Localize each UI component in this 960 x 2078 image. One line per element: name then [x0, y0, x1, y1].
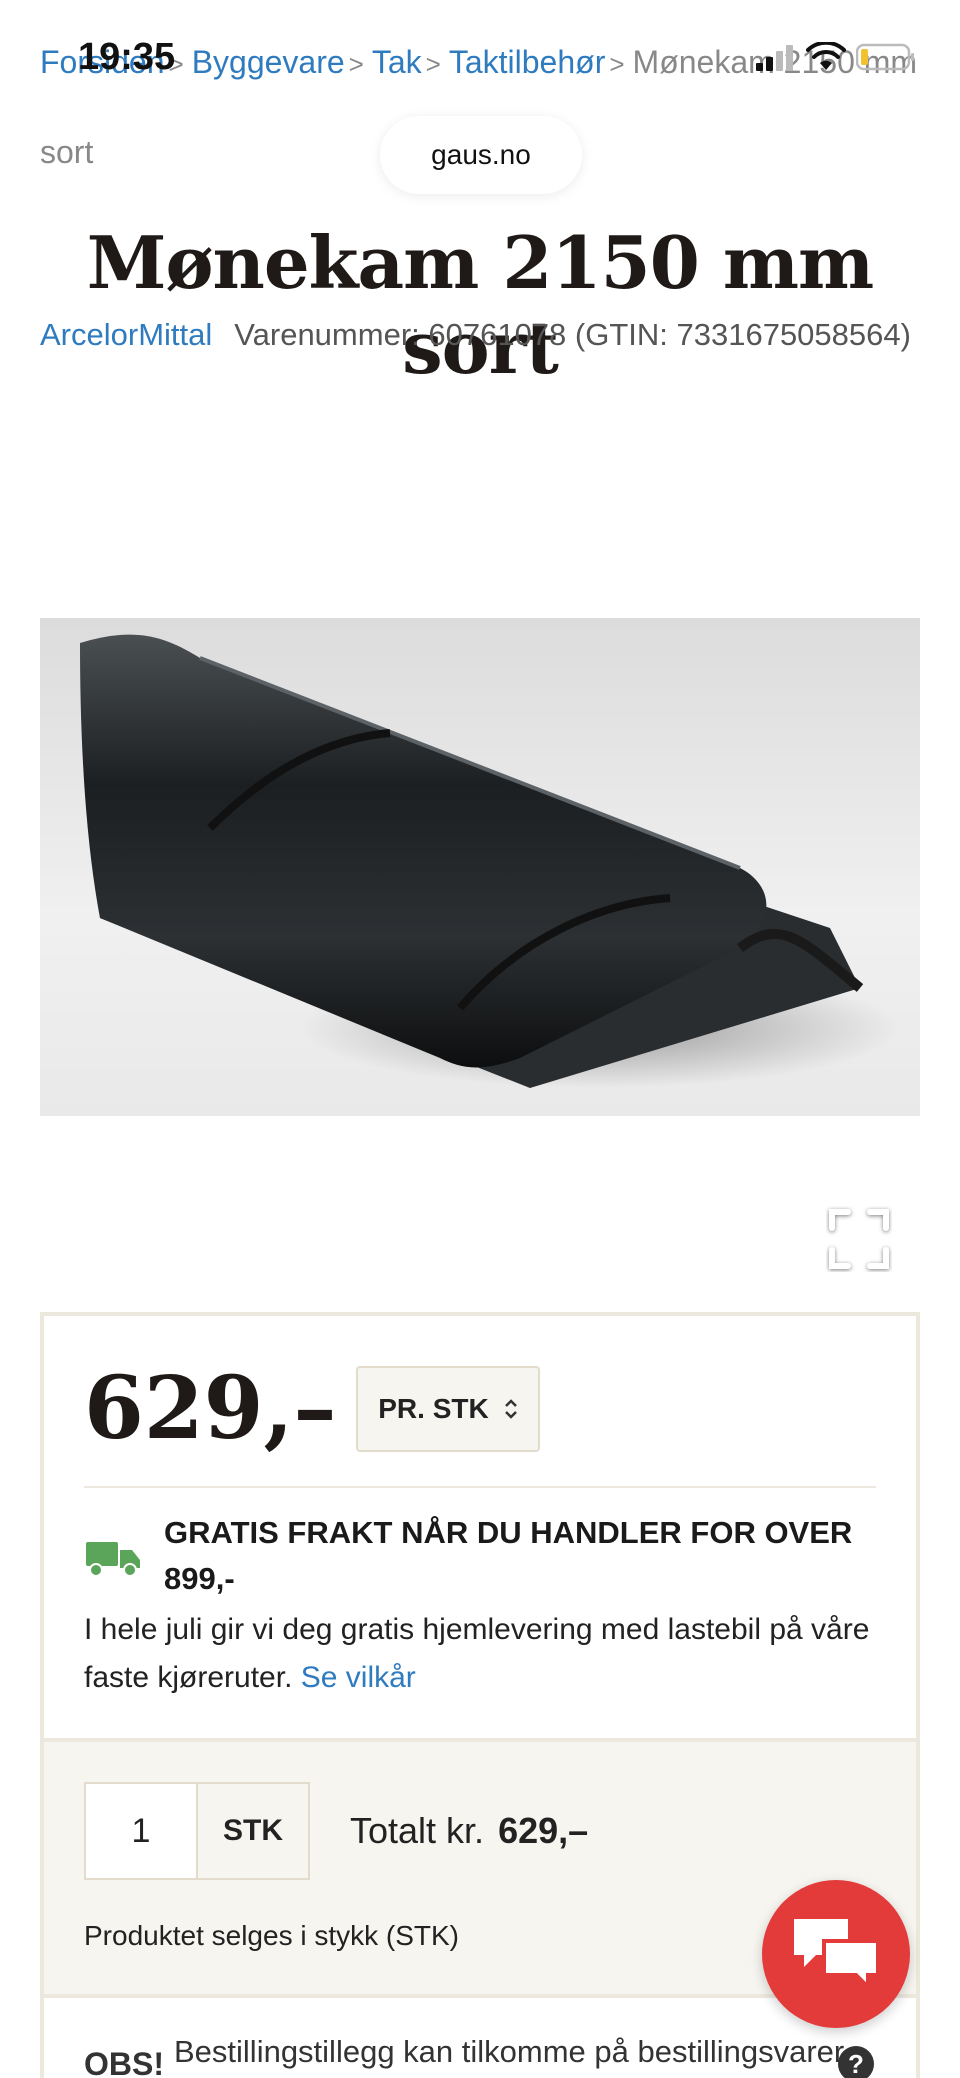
battery-icon — [856, 43, 914, 71]
quantity-unit: STK — [198, 1784, 308, 1878]
obs-label: OBS! — [84, 2046, 164, 2078]
status-time: 19:35 — [78, 36, 176, 78]
sold-unit-note: Produktet selges i stykk (STK) — [84, 1920, 460, 1951]
quantity-stepper: 1 STK — [84, 1782, 310, 1880]
shipping-body: I hele juli gir vi deg gratis hjemleveri… — [84, 1606, 874, 1702]
chevron-right-icon: > — [348, 49, 364, 79]
obs-notice: OBS! Bestillingstillegg kan tilkomme på … — [84, 2034, 884, 2078]
breadcrumb-item-tak[interactable]: Tak — [372, 44, 422, 80]
total-label: Totalt kr. — [350, 1810, 485, 1851]
cellular-signal-icon — [756, 45, 793, 71]
price-row: 629,– PR. STK — [84, 1358, 541, 1459]
breadcrumb-item-byggevare[interactable]: Byggevare — [192, 44, 345, 80]
fullscreen-icon[interactable] — [826, 1206, 892, 1272]
chevron-right-icon: > — [609, 49, 625, 79]
product-image[interactable] — [40, 618, 920, 1116]
shipping-body-text: I hele juli gir vi deg gratis hjemleveri… — [84, 1613, 870, 1694]
chat-icon — [794, 1919, 880, 1992]
total: Totalt kr. 629,– — [350, 1810, 588, 1852]
help-icon[interactable]: ? — [838, 2046, 874, 2078]
total-amount: 629,– — [498, 1810, 589, 1851]
wifi-icon — [806, 42, 846, 70]
unit-select[interactable]: PR. STK — [356, 1365, 541, 1452]
unit-select-label: PR. STK — [378, 1392, 489, 1424]
price: 629,– — [84, 1358, 337, 1459]
browser-url-pill[interactable]: gaus.no — [380, 116, 582, 194]
obs-text: Bestillingstillegg kan tilkomme på besti… — [174, 2034, 845, 2069]
divider — [84, 1486, 876, 1488]
brand-link[interactable]: ArcelorMittal — [40, 317, 212, 352]
breadcrumb-item-taktilbehor[interactable]: Taktilbehør — [449, 44, 606, 80]
product-meta: ArcelorMittal Varenummer: 60761078 (GTIN:… — [40, 318, 920, 352]
status-icons — [756, 42, 916, 72]
item-number: Varenummer: 60761078 (GTIN: 733167505856… — [234, 317, 911, 352]
product-title: Mønekam 2150 mm sort — [86, 220, 875, 390]
truck-icon — [86, 1542, 140, 1577]
shipping-headline: GRATIS FRAKT NÅR DU HANDLER FOR OVER 899… — [164, 1515, 853, 1596]
select-chevron-icon — [504, 1398, 517, 1419]
ridge-cap-illustration — [80, 634, 900, 1088]
terms-link[interactable]: Se vilkår — [301, 1661, 416, 1694]
quantity-input[interactable]: 1 — [86, 1784, 198, 1878]
chevron-right-icon: > — [425, 49, 441, 79]
chat-button[interactable] — [762, 1880, 910, 2028]
